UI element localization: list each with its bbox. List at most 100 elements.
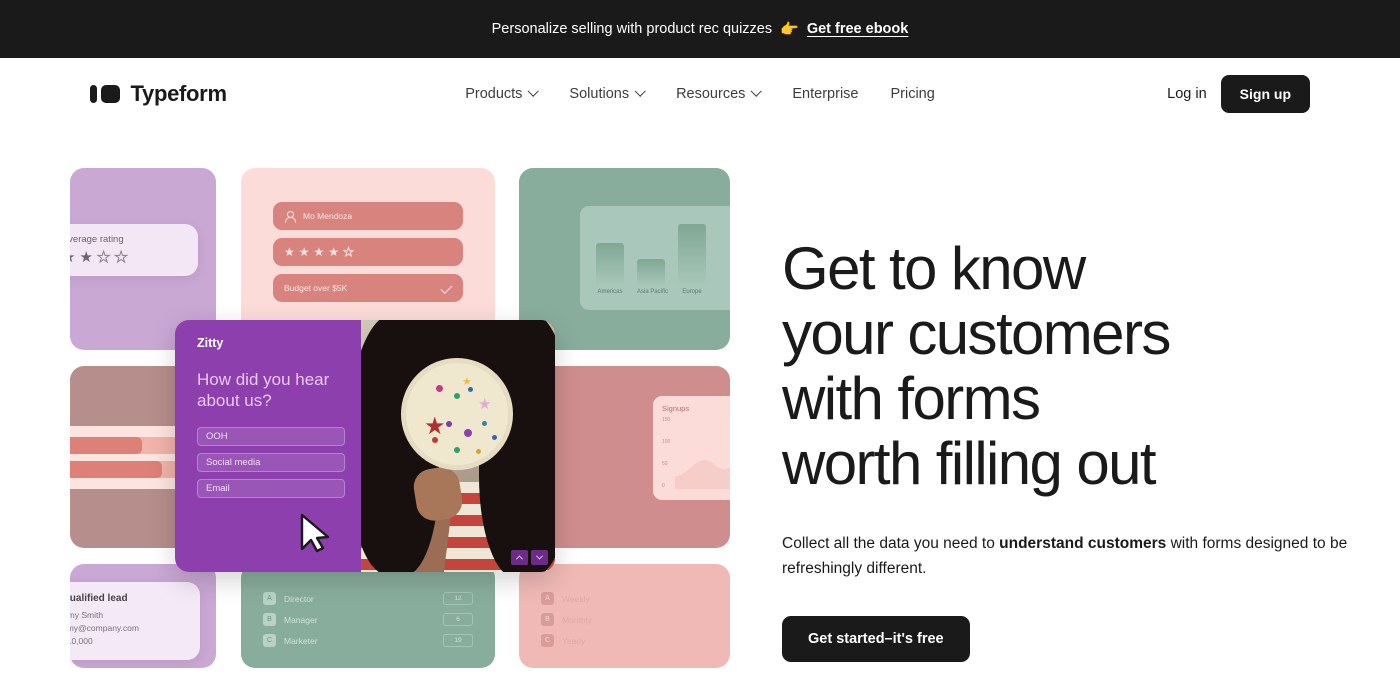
choice-key: C <box>263 634 276 647</box>
chevron-down-icon <box>634 85 646 97</box>
scroll-down-button[interactable] <box>531 550 548 565</box>
promo-text: Personalize selling with product rec qui… <box>491 21 773 37</box>
star-icon: ★ <box>328 245 340 259</box>
star-icon: ★ <box>298 245 310 259</box>
scroll-up-button[interactable] <box>511 550 528 565</box>
choice-count: 19 <box>443 634 473 647</box>
role-choice-card: A Director 12 B Manager 6 C Marketer 19 <box>241 592 495 655</box>
lead-title: Qualified lead <box>70 593 128 604</box>
star-outline-icon: ★ <box>114 249 128 266</box>
nav-item-enterprise[interactable]: Enterprise <box>792 86 858 102</box>
headline-line: Get to know <box>782 235 1086 302</box>
form-brand-name: Zitty <box>197 336 224 350</box>
budget-label: Budget over $5K <box>284 283 348 293</box>
star-icon: ★ <box>284 245 295 259</box>
respondent-rating-row: ★ ★ ★ ★ ★ <box>273 238 463 266</box>
progress-fill <box>70 437 143 454</box>
choice-row[interactable]: A Weekly <box>541 592 708 605</box>
choice-row[interactable]: C Marketer 19 <box>263 634 473 647</box>
signups-y-axis: 150 100 50 0 <box>662 417 670 489</box>
nav-label: Pricing <box>890 86 935 102</box>
qualified-lead-card: Qualified lead Amy Smith amy@company.com… <box>70 582 200 660</box>
choice-row[interactable]: C Yearly <box>541 634 708 647</box>
hero-collage: Average rating ★ ★ ★ ★ Mo Mendoza ★★ ★★ … <box>70 168 730 668</box>
nav-item-products[interactable]: Products <box>465 85 540 102</box>
axis-tick: 150 <box>662 417 671 423</box>
sub-before: Collect all the data you need to <box>782 535 1000 553</box>
nav-label: Enterprise <box>792 86 859 102</box>
nav-label: Resources <box>676 86 746 102</box>
respondent-photo: ★ ★ ★ <box>361 320 555 572</box>
hero-subheading: Collect all the data you need to underst… <box>782 532 1360 582</box>
frequency-choice-card: A Weekly B Monthly C Yearly <box>519 592 730 655</box>
nav-item-solutions[interactable]: Solutions <box>569 85 646 102</box>
choice-label: Director <box>284 593 314 604</box>
headline-line: worth filling out <box>782 430 1157 498</box>
choice-row[interactable]: A Director 12 <box>263 592 473 605</box>
pointing-hand-icon: 👉 <box>780 20 799 38</box>
chevron-up-icon <box>515 555 524 563</box>
check-icon <box>440 281 453 295</box>
chevron-down-icon <box>535 552 544 560</box>
nav-item-resources[interactable]: Resources <box>676 85 763 102</box>
choice-count: 12 <box>443 592 473 605</box>
respondent-budget-row: Budget over $5K <box>273 274 463 302</box>
question-option[interactable]: Email <box>197 479 345 499</box>
choice-count: 6 <box>443 613 473 626</box>
lead-email: amy@company.com <box>70 623 139 633</box>
star-outline-icon: ★ <box>343 245 355 259</box>
choice-row[interactable]: B Manager 6 <box>263 613 473 626</box>
brand-logo[interactable]: Typeform <box>90 81 227 107</box>
respondent-card: Mo Mendoza ★ ★ ★ ★ ★ Budget over $5K <box>241 202 495 310</box>
bar-label: Asia Pacific <box>637 289 669 295</box>
media-nav-buttons <box>511 550 548 565</box>
question-option[interactable]: OOH <box>197 427 345 447</box>
chevron-down-icon <box>750 85 763 97</box>
average-rating-label: Average rating <box>70 234 124 245</box>
choice-key: B <box>263 613 276 626</box>
mouse-cursor-icon <box>300 513 330 553</box>
login-link[interactable]: Log in <box>1167 86 1207 102</box>
star-icon: ★ <box>79 249 93 266</box>
question-option[interactable]: Social media <box>197 453 345 473</box>
star-icon: ★ <box>70 250 75 265</box>
get-started-button[interactable]: Get started–it's free <box>782 615 970 662</box>
sub-bold: understand customers <box>999 535 1167 553</box>
star-rating: ★ ★ ★ ★ <box>70 249 184 266</box>
headline-line: your customers <box>782 300 1171 368</box>
person-icon <box>284 210 296 223</box>
bar-chart-bars <box>590 216 730 286</box>
signups-chart-card: Signups 150 100 50 0 <box>653 396 730 500</box>
typeform-logo-icon <box>90 85 120 103</box>
lead-name: Amy Smith <box>70 610 104 620</box>
choice-row[interactable]: B Monthly <box>541 613 708 626</box>
choice-key: A <box>263 592 276 605</box>
question-preview-card: Zitty How did you hear about us? OOH Soc… <box>175 320 555 572</box>
star-rating: ★ ★ ★ ★ ★ <box>284 245 355 259</box>
axis-tick: 0 <box>662 483 665 489</box>
bar-label: Americas <box>597 289 623 295</box>
nav-item-pricing[interactable]: Pricing <box>890 86 934 102</box>
page-title: Get to know your customers with forms wo… <box>782 236 1350 496</box>
choice-label: Weekly <box>562 593 590 604</box>
promo-link[interactable]: Get free ebook <box>807 21 909 37</box>
hero-section: Average rating ★ ★ ★ ★ Mo Mendoza ★★ ★★ … <box>0 130 1400 668</box>
chevron-down-icon <box>527 85 540 97</box>
nav-label: Solutions <box>569 86 630 102</box>
bar <box>637 259 665 286</box>
choice-label: Marketer <box>284 635 318 646</box>
choice-label: Manager <box>284 614 318 625</box>
main-nav: Products Solutions Resources Enterprise … <box>465 85 935 102</box>
choice-label: Monthly <box>562 614 592 625</box>
average-rating-card: Average rating ★ ★ ★ ★ <box>70 224 198 276</box>
signup-button[interactable]: Sign up <box>1220 75 1310 113</box>
choice-key: B <box>541 613 554 626</box>
choice-key: C <box>541 634 554 647</box>
lead-value: $10,000 <box>70 636 93 646</box>
signups-title: Signups <box>662 404 690 413</box>
bar <box>596 242 624 286</box>
respondent-name: Mo Mendoza <box>303 211 353 221</box>
star-icon: ★ <box>313 245 325 259</box>
progress-track <box>70 461 190 478</box>
choice-key: A <box>541 592 554 605</box>
